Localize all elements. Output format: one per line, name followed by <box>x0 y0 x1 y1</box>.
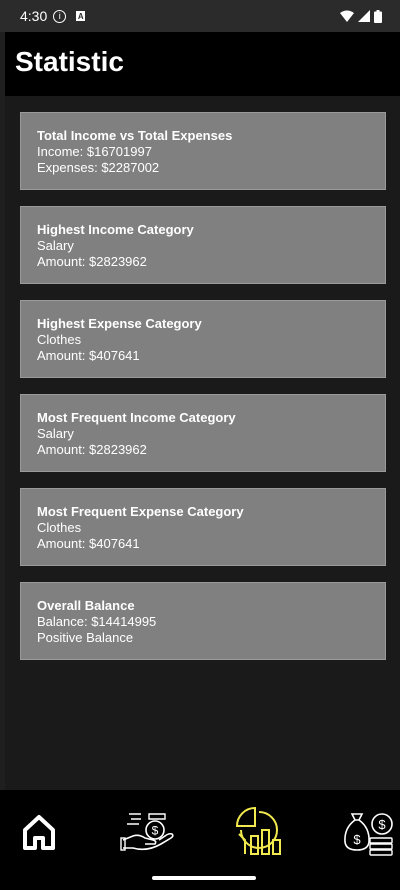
card-title: Most Frequent Income Category <box>37 410 236 425</box>
card-title: Total Income vs Total Expenses <box>37 128 233 143</box>
page-title: Statistic <box>15 46 124 77</box>
card-line: Expenses: $2287002 <box>37 160 160 175</box>
card-title: Overall Balance <box>37 598 135 613</box>
card-line: Amount: $2823962 <box>37 442 147 457</box>
battery-icon <box>374 9 382 23</box>
bottom-nav: $ $ $ <box>0 790 400 890</box>
nav-item-home[interactable] <box>9 804 69 860</box>
wifi-icon <box>340 10 354 22</box>
card-line: Amount: $2823962 <box>37 254 147 269</box>
card-most-frequent-expense-category: Most Frequent Expense Category Clothes A… <box>20 488 386 566</box>
card-line: Amount: $407641 <box>37 348 140 363</box>
svg-text:$: $ <box>353 832 361 847</box>
svg-text:$: $ <box>378 817 386 832</box>
app-bar: Statistic <box>5 32 400 96</box>
status-time: 4:30 <box>20 8 48 24</box>
card-line: Positive Balance <box>37 630 134 645</box>
income-hand-icon: $ <box>120 813 174 851</box>
card-line: Amount: $407641 <box>37 536 140 551</box>
card-title: Highest Income Category <box>37 222 194 237</box>
money-bag-icon: $ $ <box>344 813 393 856</box>
nav-item-savings[interactable]: $ $ <box>338 804 398 860</box>
signal-icon <box>358 10 370 22</box>
home-icon <box>23 815 55 850</box>
card-overall-balance: Overall Balance Balance: $14414995 Posit… <box>20 582 386 660</box>
status-icons <box>340 0 382 32</box>
card-line: Salary <box>37 426 74 441</box>
card-title: Most Frequent Expense Category <box>37 504 244 519</box>
card-line: Clothes <box>37 520 82 535</box>
card-line: Income: $16701997 <box>37 144 152 159</box>
card-line: Balance: $14414995 <box>37 614 157 629</box>
card-most-frequent-income-category: Most Frequent Income Category Salary Amo… <box>20 394 386 472</box>
card-line: Salary <box>37 238 74 253</box>
nav-item-statistics[interactable] <box>229 804 289 860</box>
card-title: Highest Expense Category <box>37 316 202 331</box>
statistics-content: Total Income vs Total Expenses Income: $… <box>5 96 400 790</box>
card-highest-expense-category: Highest Expense Category Clothes Amount:… <box>20 300 386 378</box>
statistics-chart-icon <box>235 806 281 855</box>
nav-item-income[interactable]: $ <box>118 804 178 860</box>
status-bar: 4:30 i A <box>0 0 400 32</box>
card-total-income-vs-expenses: Total Income vs Total Expenses Income: $… <box>20 112 386 190</box>
home-indicator[interactable] <box>152 876 256 880</box>
card-line: Clothes <box>37 332 82 347</box>
svg-text:$: $ <box>152 824 159 838</box>
card-highest-income-category: Highest Income Category Salary Amount: $… <box>20 206 386 284</box>
notification-a-icon: A <box>76 11 86 21</box>
info-icon: i <box>53 9 67 23</box>
